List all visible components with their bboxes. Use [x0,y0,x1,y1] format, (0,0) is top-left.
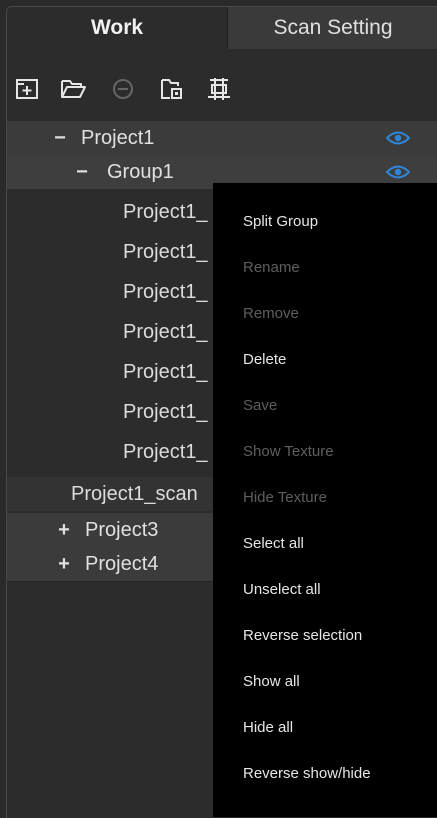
scan-label: Project1_scan [71,482,198,505]
toolbar [7,69,437,115]
context-menu: Split Group Rename Remove Delete Save Sh… [213,183,437,817]
menu-item-unselect-all[interactable]: Unselect all [243,581,321,598]
menu-item-hide-texture: Hide Texture [243,489,327,506]
expand-icon[interactable]: + [53,519,75,542]
tab-bar: Work Scan Setting [7,7,437,49]
menu-item-save: Save [243,397,278,414]
menu-item-show-all[interactable]: Show all [243,673,300,690]
tab-scan-setting[interactable]: Scan Setting [227,7,437,49]
group-label: Group1 [107,160,174,183]
collapse-icon[interactable]: − [49,127,71,150]
project-label: Project4 [85,552,159,575]
scan-label: Project1_ [123,360,208,383]
menu-item-rename: Rename [243,259,300,276]
project-label: Project1 [81,126,155,149]
visibility-eye-icon[interactable] [385,129,411,152]
tab-work[interactable]: Work [7,7,227,49]
scan-label: Project1_ [123,400,208,423]
add-project-icon[interactable] [9,71,45,107]
expand-icon[interactable]: + [53,553,75,576]
open-folder-icon[interactable] [55,71,91,107]
menu-item-show-texture: Show Texture [243,443,334,460]
menu-item-reverse-selection[interactable]: Reverse selection [243,627,362,644]
menu-item-remove: Remove [243,305,299,322]
collapse-icon[interactable]: − [71,161,93,184]
scan-label: Project1_ [123,200,208,223]
merge-icon[interactable] [201,71,237,107]
menu-item-delete[interactable]: Delete [243,351,286,368]
export-icon[interactable] [153,71,189,107]
scan-label: Project1_ [123,240,208,263]
project-label: Project3 [85,518,159,541]
scan-label: Project1_ [123,320,208,343]
menu-item-hide-all[interactable]: Hide all [243,719,293,736]
scan-label: Project1_ [123,280,208,303]
remove-icon [105,71,141,107]
menu-item-reverse-show-hide[interactable]: Reverse show/hide [243,765,371,782]
scan-label: Project1_ [123,440,208,463]
menu-item-split-group[interactable]: Split Group [243,213,318,230]
tree-row-project1[interactable]: − Project1 [7,121,437,156]
menu-item-select-all[interactable]: Select all [243,535,304,552]
